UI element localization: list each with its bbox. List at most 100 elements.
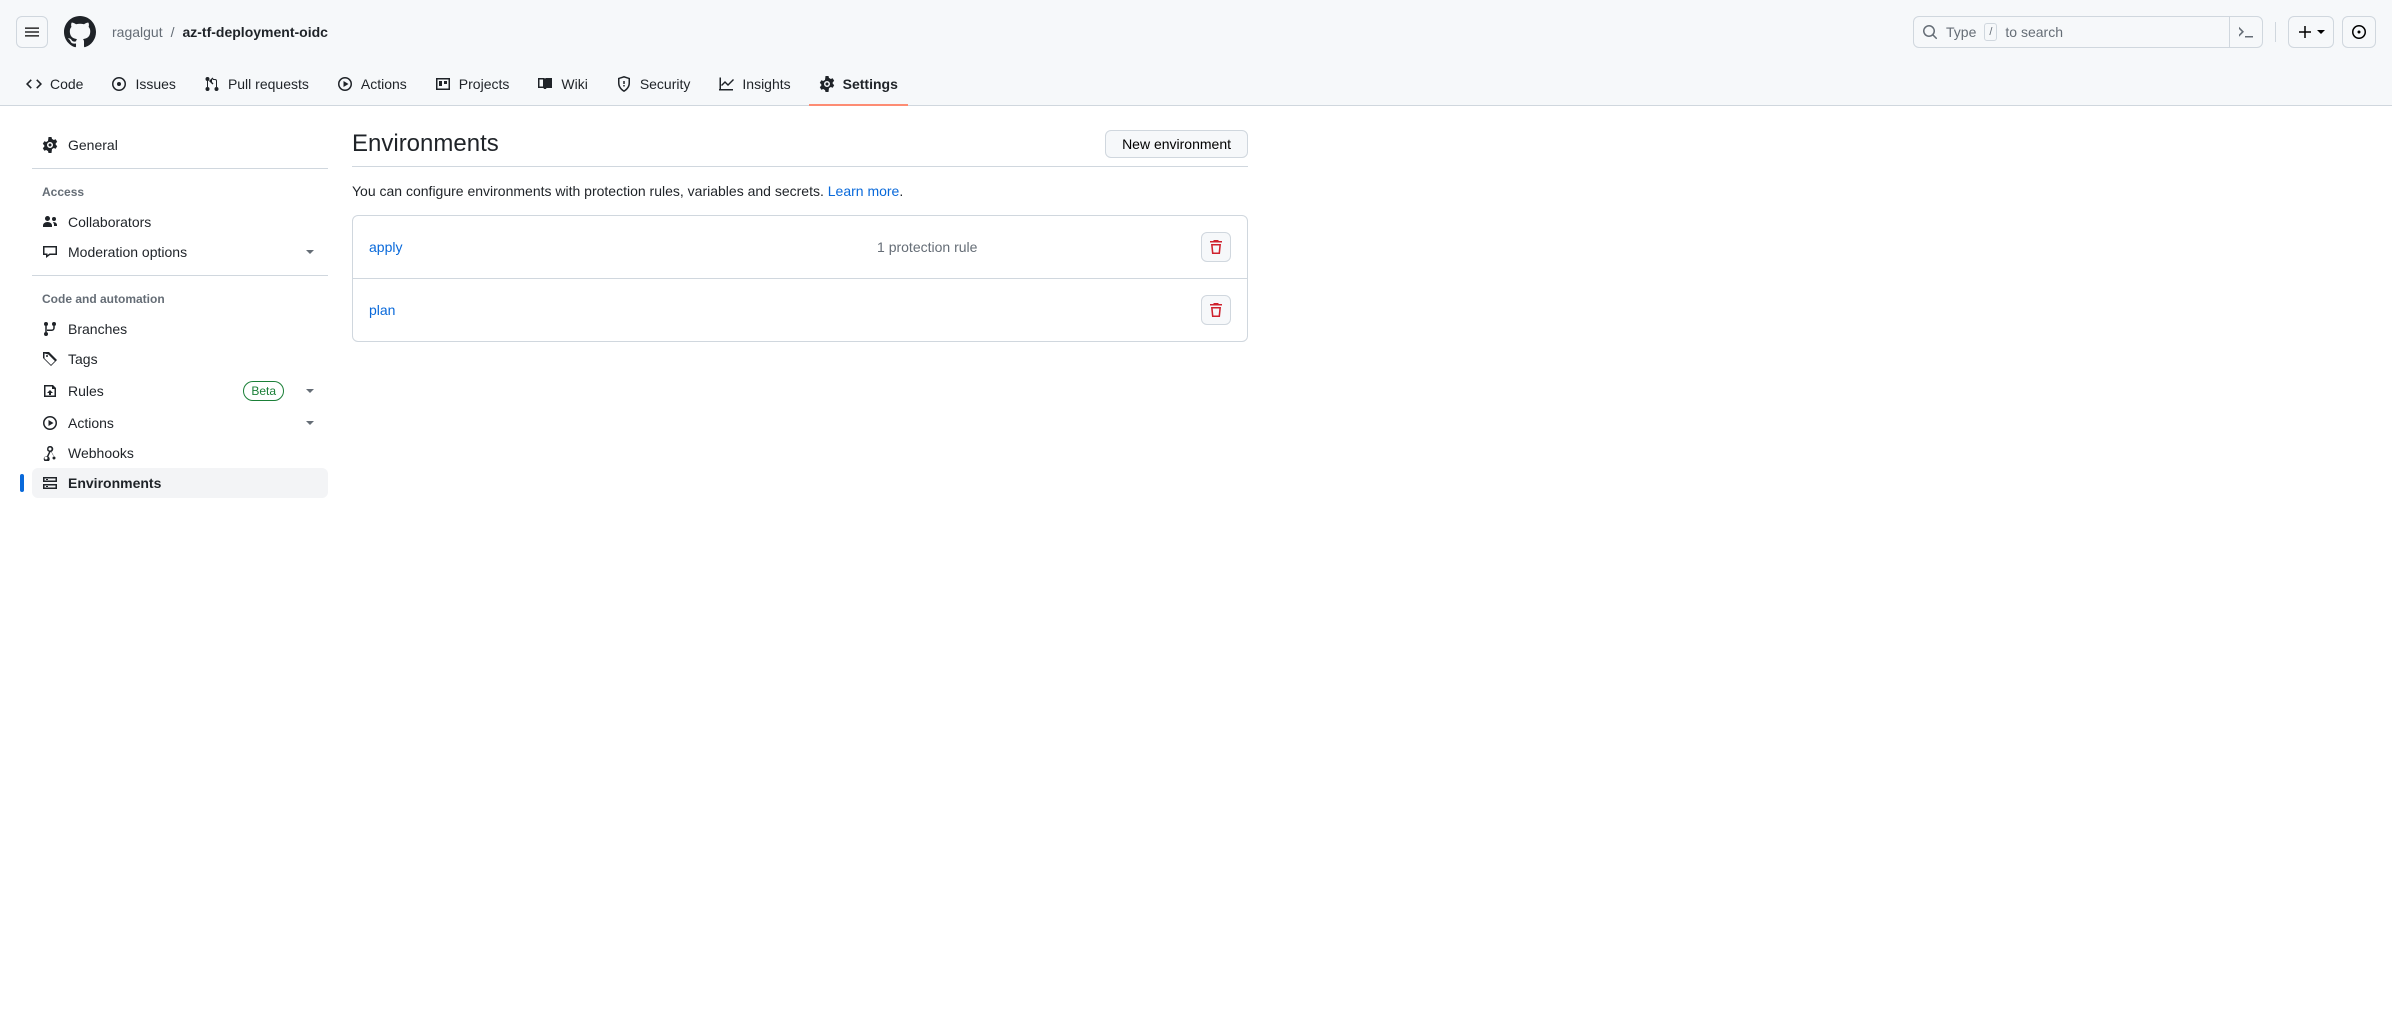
play-icon [337,76,353,92]
app-header: ragalgut / az-tf-deployment-oidc Type / … [0,0,2392,64]
page-title: Environments [352,130,499,158]
sidebar-item-label: General [68,137,118,153]
sidebar-item-label: Moderation options [68,244,187,260]
tag-icon [42,351,58,367]
nav-insights[interactable]: Insights [708,64,800,106]
nav-pr-label: Pull requests [228,76,309,92]
branch-icon [42,321,58,337]
sidebar-divider [32,275,328,276]
environment-row: plan [353,279,1247,341]
learn-more-link[interactable]: Learn more [828,183,900,199]
nav-insights-label: Insights [742,76,790,92]
desc-period: . [899,183,903,199]
sidebar-item-rules[interactable]: Rules Beta [32,374,328,408]
breadcrumb-separator: / [171,24,175,40]
breadcrumb-owner[interactable]: ragalgut [112,24,163,40]
sidebar-item-moderation[interactable]: Moderation options [32,237,328,267]
issue-dot-icon [2351,24,2367,40]
command-palette-button[interactable] [2229,17,2254,47]
caret-down-icon [2317,28,2325,36]
sidebar-item-label: Actions [68,415,114,431]
nav-projects[interactable]: Projects [425,64,520,106]
sidebar-item-label: Collaborators [68,214,151,230]
nav-security-label: Security [640,76,691,92]
new-environment-button[interactable]: New environment [1105,130,1248,158]
code-icon [26,76,42,92]
gear-icon [819,76,835,92]
chevron-down-icon [302,383,318,399]
pull-request-icon [204,76,220,92]
nav-settings-label: Settings [843,76,898,92]
issue-icon [111,76,127,92]
search-prefix: Type [1946,24,1976,40]
sidebar-item-environments[interactable]: Environments [32,468,328,498]
github-logo-icon [64,16,96,48]
sidebar-section-code-automation: Code and automation [32,284,328,314]
main-layout: General Access Collaborators Moderation … [0,106,1280,522]
shield-icon [616,76,632,92]
nav-settings[interactable]: Settings [809,64,908,106]
sidebar-item-label: Rules [68,383,104,399]
content-header: Environments New environment [352,130,1248,167]
environment-rule-text: 1 protection rule [653,239,1201,255]
search-key-hint: / [1984,23,1997,41]
sidebar-item-label: Webhooks [68,445,134,461]
delete-environment-button[interactable] [1201,232,1231,262]
gear-icon [42,137,58,153]
sidebar-item-general[interactable]: General [32,130,328,160]
nav-issues[interactable]: Issues [101,64,185,106]
search-input[interactable]: Type / to search [1913,16,2263,48]
nav-code-label: Code [50,76,83,92]
nav-projects-label: Projects [459,76,510,92]
trash-icon [1208,302,1224,318]
breadcrumb-repo[interactable]: az-tf-deployment-oidc [182,24,327,40]
nav-wiki-label: Wiki [561,76,587,92]
create-new-button[interactable] [2288,16,2334,48]
github-logo-link[interactable] [64,16,96,48]
nav-pull-requests[interactable]: Pull requests [194,64,319,106]
beta-badge: Beta [243,381,284,401]
nav-code[interactable]: Code [16,64,93,106]
sidebar-item-label: Environments [68,475,161,491]
content-description: You can configure environments with prot… [352,183,1248,199]
terminal-icon [2238,24,2254,40]
search-suffix: to search [2005,24,2063,40]
sidebar-item-branches[interactable]: Branches [32,314,328,344]
comment-icon [42,244,58,260]
sidebar-item-actions[interactable]: Actions [32,408,328,438]
environment-name-link[interactable]: apply [369,239,653,255]
sidebar-item-label: Tags [68,351,98,367]
people-icon [42,214,58,230]
issues-button[interactable] [2342,16,2376,48]
plus-icon [2297,24,2313,40]
graph-icon [718,76,734,92]
search-icon [1922,24,1938,40]
nav-actions[interactable]: Actions [327,64,417,106]
nav-wiki[interactable]: Wiki [527,64,597,106]
sidebar-item-collaborators[interactable]: Collaborators [32,207,328,237]
chevron-down-icon [302,415,318,431]
nav-issues-label: Issues [135,76,175,92]
environment-row: apply 1 protection rule [353,216,1247,279]
delete-environment-button[interactable] [1201,295,1231,325]
hamburger-menu-button[interactable] [16,16,48,48]
sidebar-item-tags[interactable]: Tags [32,344,328,374]
header-divider [2275,22,2276,42]
play-icon [42,415,58,431]
menu-icon [24,24,40,40]
sidebar-item-label: Branches [68,321,127,337]
sidebar-section-access: Access [32,177,328,207]
content-area: Environments New environment You can con… [352,130,1248,498]
sidebar-item-webhooks[interactable]: Webhooks [32,438,328,468]
nav-actions-label: Actions [361,76,407,92]
project-icon [435,76,451,92]
sidebar-divider [32,168,328,169]
nav-security[interactable]: Security [606,64,701,106]
environment-name-link[interactable]: plan [369,302,653,318]
environments-list: apply 1 protection rule plan [352,215,1248,342]
trash-icon [1208,239,1224,255]
server-icon [42,475,58,491]
desc-text: You can configure environments with prot… [352,183,828,199]
breadcrumb: ragalgut / az-tf-deployment-oidc [112,24,328,40]
chevron-down-icon [302,244,318,260]
